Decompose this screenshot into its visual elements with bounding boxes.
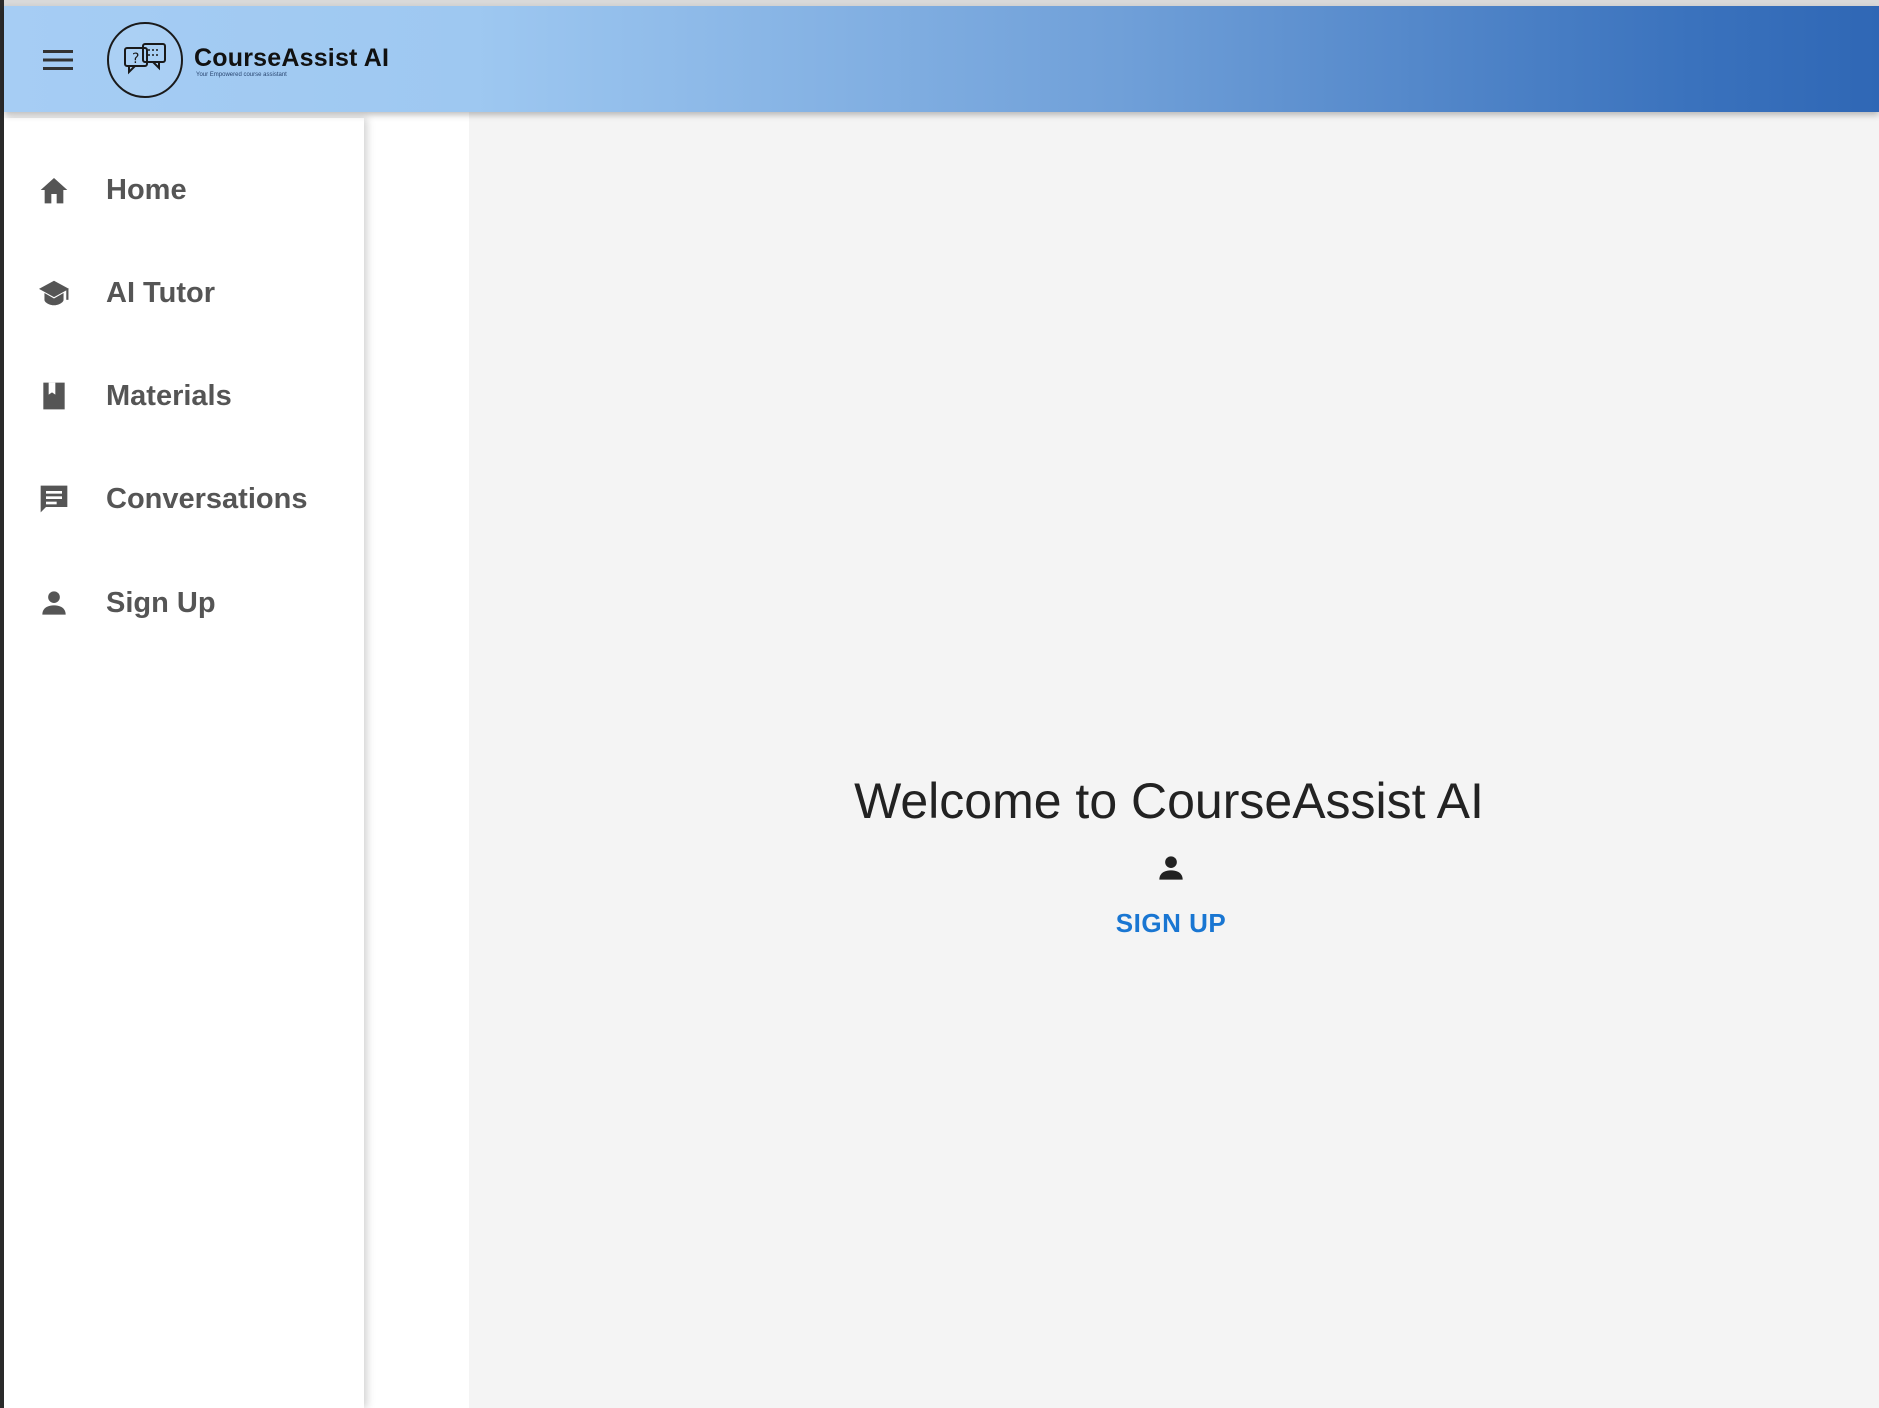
sign-up-button[interactable]: SIGN UP bbox=[1069, 908, 1273, 950]
sidebar-item-home[interactable]: Home bbox=[4, 150, 364, 230]
book-icon bbox=[34, 376, 74, 416]
sidebar-item-conversations[interactable]: Conversations bbox=[4, 459, 364, 539]
hamburger-menu-icon bbox=[43, 50, 73, 70]
chat-bubbles-question-icon: ? bbox=[124, 43, 166, 75]
person-icon bbox=[1153, 850, 1189, 886]
welcome-heading: Welcome to CourseAssist AI bbox=[854, 773, 1484, 829]
sidebar-item-label: Sign Up bbox=[106, 586, 216, 619]
app-logo[interactable]: ? bbox=[107, 22, 183, 98]
home-icon bbox=[34, 170, 74, 210]
chat-icon bbox=[34, 479, 74, 519]
sidebar-item-label: Home bbox=[106, 173, 187, 206]
svg-text:?: ? bbox=[132, 51, 139, 67]
sidebar-item-ai-tutor[interactable]: AI Tutor bbox=[4, 253, 364, 333]
app-bar: ? CourseAssist AI Your Empowered course … bbox=[4, 6, 1879, 112]
app-tagline: Your Empowered course assistant bbox=[196, 72, 287, 78]
app-title[interactable]: CourseAssist AI bbox=[194, 44, 389, 73]
person-icon bbox=[34, 583, 74, 623]
sidebar-item-label: Conversations bbox=[106, 482, 308, 515]
graduation-cap-icon bbox=[34, 273, 74, 313]
sidebar: Home AI Tutor Materials Conversations Si… bbox=[4, 118, 364, 1408]
sidebar-item-label: AI Tutor bbox=[106, 276, 215, 309]
sidebar-item-sign-up[interactable]: Sign Up bbox=[4, 563, 364, 643]
menu-button[interactable] bbox=[34, 36, 82, 84]
sidebar-item-materials[interactable]: Materials bbox=[4, 356, 364, 436]
main-content: Welcome to CourseAssist AI SIGN UP bbox=[469, 112, 1879, 1408]
sidebar-item-label: Materials bbox=[106, 379, 232, 412]
